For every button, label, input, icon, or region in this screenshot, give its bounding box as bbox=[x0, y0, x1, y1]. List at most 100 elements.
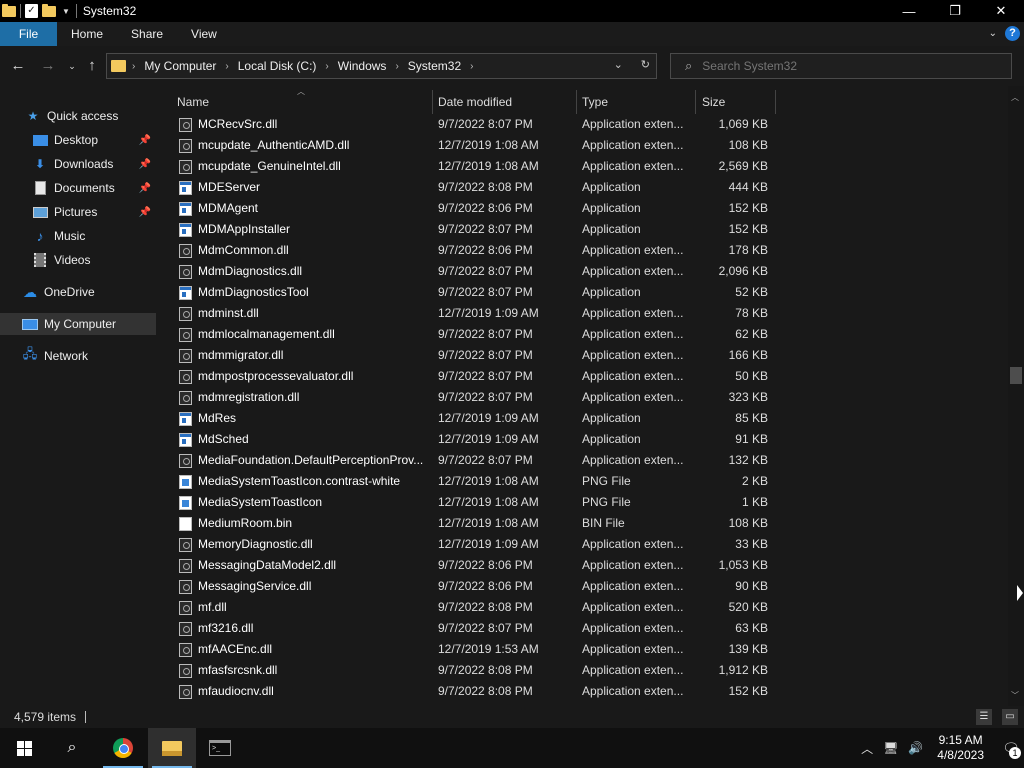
taskbar-chrome[interactable] bbox=[99, 728, 147, 768]
up-button[interactable]: ↑ bbox=[82, 56, 102, 76]
table-row[interactable]: mf.dll 9/7/2022 8:08 PM Application exten.… bbox=[158, 597, 778, 618]
breadcrumb-chevron-icon[interactable]: › bbox=[225, 61, 228, 72]
volume-icon[interactable]: 🔊 bbox=[908, 741, 923, 755]
sidebar-item-quick-access[interactable]: ★ Quick access bbox=[0, 105, 156, 127]
table-row[interactable]: MdmDiagnosticsTool 9/7/2022 8:07 PM Applic… bbox=[158, 282, 778, 303]
sidebar-item-documents[interactable]: Documents 📌 bbox=[0, 177, 156, 199]
tab-view[interactable]: View bbox=[177, 22, 231, 46]
start-button[interactable] bbox=[0, 728, 48, 768]
table-row[interactable]: MessagingService.dll 9/7/2022 8:06 PM Appl… bbox=[158, 576, 778, 597]
breadcrumb-my-computer[interactable]: My Computer bbox=[144, 59, 216, 73]
table-row[interactable]: mdmlocalmanagement.dll 9/7/2022 8:07 PM Ap… bbox=[158, 324, 778, 345]
table-row[interactable]: MdmDiagnostics.dll 9/7/2022 8:07 PM Applic… bbox=[158, 261, 778, 282]
sidebar-item-desktop[interactable]: Desktop 📌 bbox=[0, 129, 156, 151]
breadcrumb-system32[interactable]: System32 bbox=[408, 59, 461, 73]
address-history-chevron-icon[interactable]: ⌄ bbox=[614, 58, 623, 71]
tab-file[interactable]: File bbox=[0, 22, 57, 46]
search-input[interactable] bbox=[702, 59, 983, 73]
table-row[interactable]: MdmCommon.dll 9/7/2022 8:06 PM Application… bbox=[158, 240, 778, 261]
taskbar-command-prompt[interactable]: >_ bbox=[196, 728, 244, 768]
large-icons-view-icon[interactable]: ▭ bbox=[1002, 709, 1018, 725]
status-divider bbox=[85, 711, 87, 723]
pin-icon[interactable]: 📌 bbox=[139, 183, 151, 194]
expand-ribbon-chevron-icon[interactable]: ⌄ bbox=[989, 28, 997, 39]
sidebar-item-onedrive[interactable]: ☁ OneDrive bbox=[0, 281, 156, 303]
address-bar[interactable]: › My Computer › Local Disk (C:) › Window… bbox=[106, 53, 657, 79]
breadcrumb-chevron-icon[interactable]: › bbox=[395, 61, 398, 72]
table-row[interactable]: MediaFoundation.DefaultPerceptionProv...… bbox=[158, 450, 778, 471]
table-row[interactable]: mfAACEnc.dll 12/7/2019 1:53 AM Application… bbox=[158, 639, 778, 660]
table-row[interactable]: mdmpostprocessevaluator.dll 9/7/2022 8:07… bbox=[158, 366, 778, 387]
breadcrumb-local-disk[interactable]: Local Disk (C:) bbox=[238, 59, 317, 73]
clock-date: 4/8/2023 bbox=[937, 748, 984, 762]
table-row[interactable]: MDMAppInstaller 9/7/2022 8:07 PM Applicati… bbox=[158, 219, 778, 240]
table-row[interactable]: MediaSystemToastIcon.contrast-white 12/7/… bbox=[158, 471, 778, 492]
column-header-date-modified[interactable]: Date modified bbox=[438, 90, 576, 114]
breadcrumb-windows[interactable]: Windows bbox=[338, 59, 387, 73]
table-row[interactable]: mdmregistration.dll 9/7/2022 8:07 PM Appli… bbox=[158, 387, 778, 408]
recent-locations-chevron-icon[interactable]: ⌄ bbox=[62, 56, 82, 76]
clock[interactable]: 9:15 AM 4/8/2023 bbox=[937, 733, 984, 763]
column-header-size[interactable]: Size bbox=[702, 90, 774, 114]
sidebar-item-music[interactable]: ♪ Music bbox=[0, 225, 156, 247]
pin-icon[interactable]: 📌 bbox=[139, 207, 151, 218]
sidebar-item-downloads[interactable]: ⬇ Downloads 📌 bbox=[0, 153, 156, 175]
column-header-name[interactable]: Name bbox=[177, 90, 432, 114]
table-row[interactable]: MDEServer 9/7/2022 8:08 PM Application 444 … bbox=[158, 177, 778, 198]
search-box[interactable]: ⌕ bbox=[670, 53, 1012, 79]
column-divider[interactable] bbox=[432, 90, 433, 114]
table-row[interactable]: mf3216.dll 9/7/2022 8:07 PM Application ex… bbox=[158, 618, 778, 639]
refresh-icon[interactable]: ↻ bbox=[641, 58, 650, 71]
file-name: mdmpostprocessevaluator.dll bbox=[198, 369, 354, 383]
sidebar-item-pictures[interactable]: Pictures 📌 bbox=[0, 201, 156, 223]
breadcrumb-chevron-icon[interactable]: › bbox=[325, 61, 328, 72]
file-size: 166 KB bbox=[728, 348, 768, 362]
details-view-icon[interactable]: ☰ bbox=[976, 709, 992, 725]
column-divider[interactable] bbox=[695, 90, 696, 114]
table-row[interactable]: MDMAgent 9/7/2022 8:06 PM Application 152 K… bbox=[158, 198, 778, 219]
table-row[interactable]: mcupdate_GenuineIntel.dll 12/7/2019 1:08 … bbox=[158, 156, 778, 177]
properties-icon[interactable]: ✓ bbox=[25, 4, 38, 18]
scroll-down-arrow-icon[interactable]: ﹀ bbox=[1011, 690, 1019, 701]
table-row[interactable]: mdminst.dll 12/7/2019 1:09 AM Application … bbox=[158, 303, 778, 324]
column-header-type[interactable]: Type bbox=[582, 90, 695, 114]
sidebar-item-my-computer[interactable]: My Computer bbox=[0, 313, 156, 335]
close-button[interactable]: ✕ bbox=[978, 0, 1024, 22]
scroll-up-arrow-icon[interactable]: ︿ bbox=[1011, 92, 1019, 103]
tab-share[interactable]: Share bbox=[117, 22, 177, 46]
scrollbar-thumb[interactable] bbox=[1010, 367, 1022, 384]
show-hidden-icons-chevron-icon[interactable]: ︿ bbox=[861, 740, 873, 757]
customize-toolbar-chevron-icon[interactable]: ▼ bbox=[62, 7, 70, 16]
taskbar-file-explorer[interactable] bbox=[148, 728, 196, 768]
table-row[interactable]: MdSched 12/7/2019 1:09 AM Application 91 KB bbox=[158, 429, 778, 450]
vertical-scrollbar[interactable]: ︿ ﹀ bbox=[1008, 86, 1024, 706]
column-divider[interactable] bbox=[576, 90, 577, 114]
table-row[interactable]: MediaSystemToastIcon 12/7/2019 1:08 AM PNG… bbox=[158, 492, 778, 513]
table-row[interactable]: MessagingDataModel2.dll 9/7/2022 8:06 PM A… bbox=[158, 555, 778, 576]
help-icon[interactable]: ? bbox=[1005, 26, 1020, 41]
pin-icon[interactable]: 📌 bbox=[139, 135, 151, 146]
sidebar-item-videos[interactable]: Videos bbox=[0, 249, 156, 271]
network-icon[interactable]: 🖥 bbox=[883, 741, 898, 755]
sidebar-item-network[interactable]: 🖧 Network bbox=[0, 345, 156, 367]
maximize-button[interactable]: ❐ bbox=[932, 0, 978, 22]
minimize-button[interactable]: — bbox=[886, 0, 932, 22]
table-row[interactable]: mcupdate_AuthenticAMD.dll 12/7/2019 1:08 … bbox=[158, 135, 778, 156]
action-center-button[interactable]: 🗨 1 bbox=[998, 728, 1024, 768]
pin-icon[interactable]: 📌 bbox=[139, 159, 151, 170]
table-row[interactable]: mfasfsrcsnk.dll 9/7/2022 8:08 PM Applicati… bbox=[158, 660, 778, 681]
taskbar-search-button[interactable]: ⌕ bbox=[48, 728, 96, 768]
new-folder-icon[interactable] bbox=[42, 3, 56, 17]
table-row[interactable]: mdmmigrator.dll 9/7/2022 8:07 PM Applicati… bbox=[158, 345, 778, 366]
column-divider[interactable] bbox=[775, 90, 776, 114]
table-row[interactable]: MediumRoom.bin 12/7/2019 1:08 AM BIN File 1… bbox=[158, 513, 778, 534]
table-row[interactable]: MemoryDiagnostic.dll 12/7/2019 1:09 AM App… bbox=[158, 534, 778, 555]
forward-button[interactable]: → bbox=[38, 56, 58, 76]
table-row[interactable]: MCRecvSrc.dll 9/7/2022 8:07 PM Application… bbox=[158, 114, 778, 135]
table-row[interactable]: mfaudiocnv.dll 9/7/2022 8:08 PM Applicatio… bbox=[158, 681, 778, 702]
tab-home[interactable]: Home bbox=[57, 22, 117, 46]
breadcrumb-chevron-icon[interactable]: › bbox=[470, 61, 473, 72]
breadcrumb-chevron-icon[interactable]: › bbox=[132, 61, 135, 72]
table-row[interactable]: MdRes 12/7/2019 1:09 AM Application 85 KB bbox=[158, 408, 778, 429]
back-button[interactable]: ← bbox=[8, 56, 28, 76]
